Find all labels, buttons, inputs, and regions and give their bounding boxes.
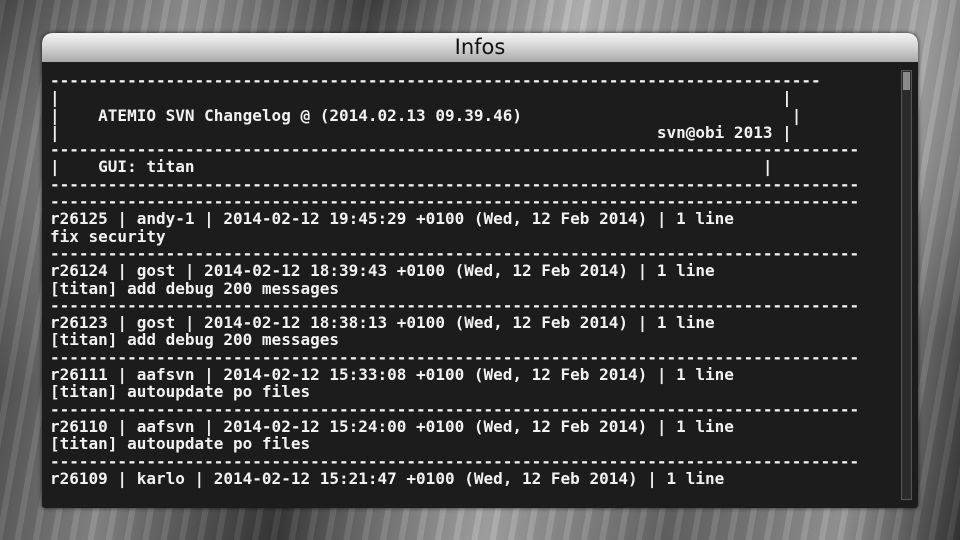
changelog-line: fix security bbox=[50, 226, 166, 246]
window-title: Infos bbox=[42, 33, 918, 62]
changelog-separator: ----------------------------------------… bbox=[50, 295, 860, 315]
changelog-line: | GUI: titan | bbox=[50, 157, 773, 177]
changelog-entry-header: r26124 | gost | 2014-02-12 18:39:43 +010… bbox=[50, 261, 715, 281]
scrollbar[interactable] bbox=[901, 70, 912, 500]
infos-window: Infos ----------------------------------… bbox=[42, 33, 918, 508]
changelog-separator: ----------------------------------------… bbox=[50, 72, 821, 90]
changelog-entry-header: r26125 | andy-1 | 2014-02-12 19:45:29 +0… bbox=[50, 209, 734, 229]
changelog-line: [titan] autoupdate po files bbox=[50, 434, 311, 454]
changelog-line: | svn@obi 2013 | bbox=[50, 122, 792, 142]
changelog-text: ----------------------------------------… bbox=[50, 72, 895, 487]
changelog-separator: ----------------------------------------… bbox=[50, 140, 860, 160]
changelog-separator: ----------------------------------------… bbox=[50, 399, 860, 419]
changelog-entry-header: r26111 | aafsvn | 2014-02-12 15:33:08 +0… bbox=[50, 365, 734, 385]
changelog-separator: ----------------------------------------… bbox=[50, 192, 860, 212]
changelog-separator: ----------------------------------------… bbox=[50, 451, 860, 471]
changelog-line: | ATEMIO SVN Changelog @ (2014.02.13 09.… bbox=[50, 105, 802, 125]
changelog-separator: ----------------------------------------… bbox=[50, 347, 860, 367]
changelog-line: [titan] autoupdate po files bbox=[50, 382, 311, 402]
changelog-entry-header: r26123 | gost | 2014-02-12 18:38:13 +010… bbox=[50, 313, 715, 333]
changelog-line: [titan] add debug 200 messages bbox=[50, 278, 339, 298]
changelog-entry-header: r26109 | karlo | 2014-02-12 15:21:47 +01… bbox=[50, 468, 725, 488]
changelog-entry-header: r26110 | aafsvn | 2014-02-12 15:24:00 +0… bbox=[50, 416, 734, 436]
changelog-line: [titan] add debug 200 messages bbox=[50, 330, 339, 350]
changelog-separator: ----------------------------------------… bbox=[50, 243, 860, 263]
changelog-text-area[interactable]: ----------------------------------------… bbox=[50, 72, 895, 502]
changelog-line: | | bbox=[50, 88, 792, 108]
changelog-separator: ----------------------------------------… bbox=[50, 174, 860, 194]
scrollbar-thumb[interactable] bbox=[903, 72, 910, 90]
